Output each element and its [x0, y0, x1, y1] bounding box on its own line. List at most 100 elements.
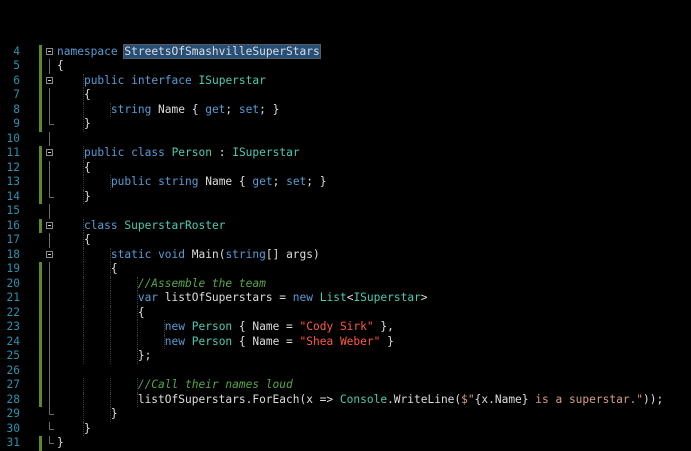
- code-line[interactable]: 11 public class Person : ISuperstar: [0, 146, 691, 161]
- code-line[interactable]: 6 public interface ISuperstar: [0, 73, 691, 89]
- code-line[interactable]: 21 var listOfSuperstars = new List<ISupe…: [0, 291, 691, 306]
- code-line[interactable]: 16 class SuperstarRoster: [0, 218, 691, 234]
- code-line[interactable]: 14 }: [0, 189, 691, 205]
- code-text[interactable]: class SuperstarRoster: [57, 219, 225, 234]
- code-line[interactable]: 23 new Person { Name = "Cody Sirk" },: [0, 320, 691, 335]
- code-line[interactable]: 20 //Assemble the team: [0, 276, 691, 292]
- code-token: get: [252, 175, 273, 188]
- code-line[interactable]: 4 namespace StreetsOfSmashvilleSuperStars: [0, 43, 691, 60]
- code-text[interactable]: {: [57, 59, 64, 74]
- code-line[interactable]: 29 }: [0, 407, 691, 422]
- code-editor[interactable]: 4 namespace StreetsOfSmashvilleSuperStars…: [0, 0, 691, 451]
- code-text[interactable]: new Person { Name = "Cody Sirk" },: [57, 320, 394, 335]
- code-text[interactable]: }: [57, 190, 91, 205]
- fold-guide-line: [49, 102, 50, 117]
- code-line[interactable]: 10: [0, 131, 691, 146]
- code-token: new: [164, 320, 185, 333]
- collapse-toggle-icon[interactable]: [46, 76, 53, 84]
- code-line[interactable]: 7 {: [0, 88, 691, 103]
- code-text[interactable]: namespace StreetsOfSmashvilleSuperStars: [57, 43, 321, 60]
- line-number: 13: [6, 175, 20, 188]
- change-marker: [39, 160, 42, 175]
- code-text[interactable]: {: [57, 233, 91, 248]
- fold-guide-line: [49, 160, 50, 175]
- code-line[interactable]: 26: [0, 363, 691, 378]
- fold-guide-line: [49, 204, 50, 219]
- fold-guide-line: [49, 378, 50, 393]
- code-token: };: [137, 349, 152, 362]
- code-text[interactable]: //Call their names loud: [57, 378, 293, 393]
- code-token: :: [211, 146, 233, 159]
- code-text[interactable]: listOfSuperstars.ForEach(x => Console.Wr…: [57, 393, 663, 408]
- fold-guide-line: [49, 233, 50, 248]
- code-text[interactable]: }: [57, 422, 91, 437]
- code-line[interactable]: 13 public string Name { get; set; }: [0, 175, 691, 190]
- code-text[interactable]: {: [57, 306, 145, 321]
- collapse-toggle-icon[interactable]: [46, 221, 53, 229]
- collapse-toggle-icon[interactable]: [46, 47, 53, 55]
- code-token: }: [380, 334, 394, 348]
- code-line[interactable]: 28 listOfSuperstars.ForEach(x => Console…: [0, 392, 691, 408]
- code-token: string: [158, 175, 199, 188]
- code-text[interactable]: var listOfSuperstars = new List<ISuperst…: [57, 291, 428, 306]
- code-line[interactable]: 24 new Person { Name = "Shea Weber" }: [0, 334, 691, 350]
- code-line[interactable]: 12 {: [0, 160, 691, 176]
- code-line[interactable]: 30 }: [0, 421, 691, 437]
- code-text[interactable]: public class Person : ISuperstar: [57, 146, 300, 161]
- collapse-toggle-icon[interactable]: [46, 250, 53, 258]
- code-token: //Call their names loud: [137, 378, 293, 391]
- fold-guide-line: [49, 175, 50, 190]
- code-line[interactable]: 25 };: [0, 349, 691, 364]
- code-token: new: [292, 291, 313, 304]
- change-marker: [39, 44, 42, 59]
- code-text[interactable]: {: [57, 161, 91, 176]
- code-text[interactable]: //Assemble the team: [57, 277, 266, 292]
- fold-guide-line: [49, 276, 50, 291]
- line-number: 31: [6, 436, 20, 449]
- change-marker: [39, 73, 42, 88]
- change-marker: [39, 291, 42, 306]
- code-token: string: [110, 102, 152, 116]
- code-text[interactable]: string Name { get; set; }: [57, 103, 279, 118]
- code-line[interactable]: 15: [0, 204, 691, 219]
- code-token: Main(: [185, 247, 226, 261]
- collapse-toggle-icon[interactable]: [46, 149, 53, 156]
- code-line[interactable]: 31}: [0, 436, 691, 451]
- change-marker: [39, 146, 42, 161]
- line-number: 17: [6, 233, 20, 246]
- code-text[interactable]: static void Main(string[] args): [57, 248, 320, 263]
- code-text[interactable]: }: [57, 407, 118, 422]
- code-token: listOfSuperstars =: [158, 291, 293, 304]
- code-token: Name {: [198, 175, 253, 188]
- line-number: 5: [13, 59, 20, 72]
- code-line[interactable]: 9 }: [0, 117, 691, 132]
- code-token: ; }: [306, 175, 327, 188]
- code-text[interactable]: }: [57, 117, 91, 132]
- code-text[interactable]: {: [57, 88, 91, 103]
- code-token: //Assemble the team: [137, 276, 266, 290]
- code-line[interactable]: 22 {: [0, 305, 691, 321]
- code-text[interactable]: }: [57, 436, 64, 451]
- code-line[interactable]: 19 {: [0, 262, 691, 277]
- code-token: interface: [131, 73, 192, 87]
- code-line[interactable]: 18 static void Main(string[] args): [0, 247, 691, 263]
- code-line[interactable]: 17 {: [0, 233, 691, 248]
- code-token: ISuperstar: [198, 73, 266, 87]
- code-token: },: [373, 320, 394, 333]
- line-number: 30: [6, 421, 20, 435]
- line-number: 20: [6, 276, 20, 290]
- code-line[interactable]: 8 string Name { get; set; }: [0, 102, 691, 118]
- fold-guide-line: [49, 334, 50, 349]
- code-text[interactable]: };: [57, 349, 151, 364]
- code-token: {: [137, 305, 145, 319]
- code-line[interactable]: 5{: [0, 59, 691, 74]
- code-text[interactable]: {: [57, 262, 118, 277]
- change-marker: [39, 363, 42, 378]
- code-line[interactable]: 27 //Call their names loud: [0, 378, 691, 393]
- code-token: SuperstarRoster: [124, 218, 226, 232]
- code-text[interactable]: public interface ISuperstar: [57, 74, 266, 89]
- code-text[interactable]: new Person { Name = "Shea Weber" }: [57, 335, 394, 350]
- code-token: { Name =: [232, 334, 300, 348]
- code-text[interactable]: public string Name { get; set; }: [57, 175, 327, 190]
- code-token: {: [110, 262, 118, 275]
